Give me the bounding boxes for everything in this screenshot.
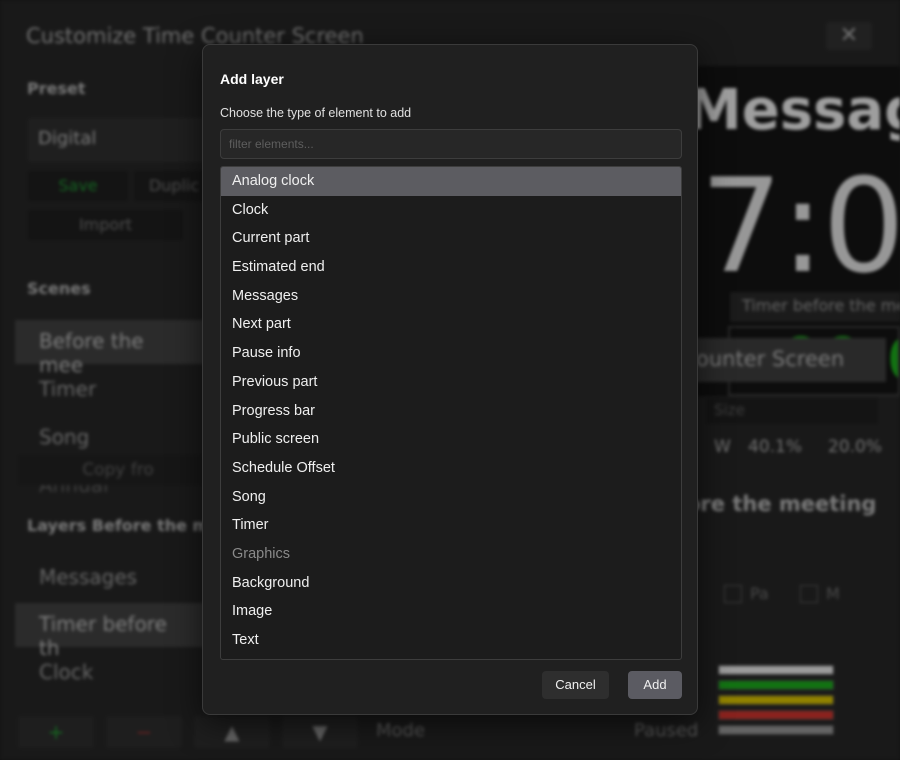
- element-type-list[interactable]: Analog clock Clock Current part Estimated e…: [220, 166, 682, 660]
- list-item[interactable]: Estimated end: [221, 253, 681, 282]
- list-item[interactable]: Current part: [221, 224, 681, 253]
- list-item[interactable]: Song: [221, 483, 681, 512]
- list-item[interactable]: Messages: [221, 282, 681, 311]
- list-item[interactable]: Text: [221, 626, 681, 655]
- list-item[interactable]: Schedule Offset: [221, 454, 681, 483]
- list-item[interactable]: Background: [221, 569, 681, 598]
- list-item[interactable]: Image: [221, 597, 681, 626]
- list-item[interactable]: Pause info: [221, 339, 681, 368]
- list-group-header: Graphics: [232, 545, 291, 562]
- add-layer-dialog: Add layer Choose the type of element to …: [202, 44, 698, 715]
- list-item[interactable]: Clock: [221, 196, 681, 225]
- list-item[interactable]: Timer: [221, 511, 681, 540]
- cancel-button[interactable]: Cancel: [542, 671, 609, 699]
- list-item[interactable]: Previous part: [221, 368, 681, 397]
- list-item[interactable]: Next part: [221, 310, 681, 339]
- list-item[interactable]: Public screen: [221, 425, 681, 454]
- dialog-title: Add layer: [220, 71, 284, 87]
- list-item[interactable]: Analog clock: [221, 167, 681, 196]
- list-item[interactable]: Progress bar: [221, 397, 681, 426]
- dialog-subtitle: Choose the type of element to add: [220, 106, 412, 120]
- filter-elements-input[interactable]: [220, 129, 682, 159]
- add-button[interactable]: Add: [628, 671, 682, 699]
